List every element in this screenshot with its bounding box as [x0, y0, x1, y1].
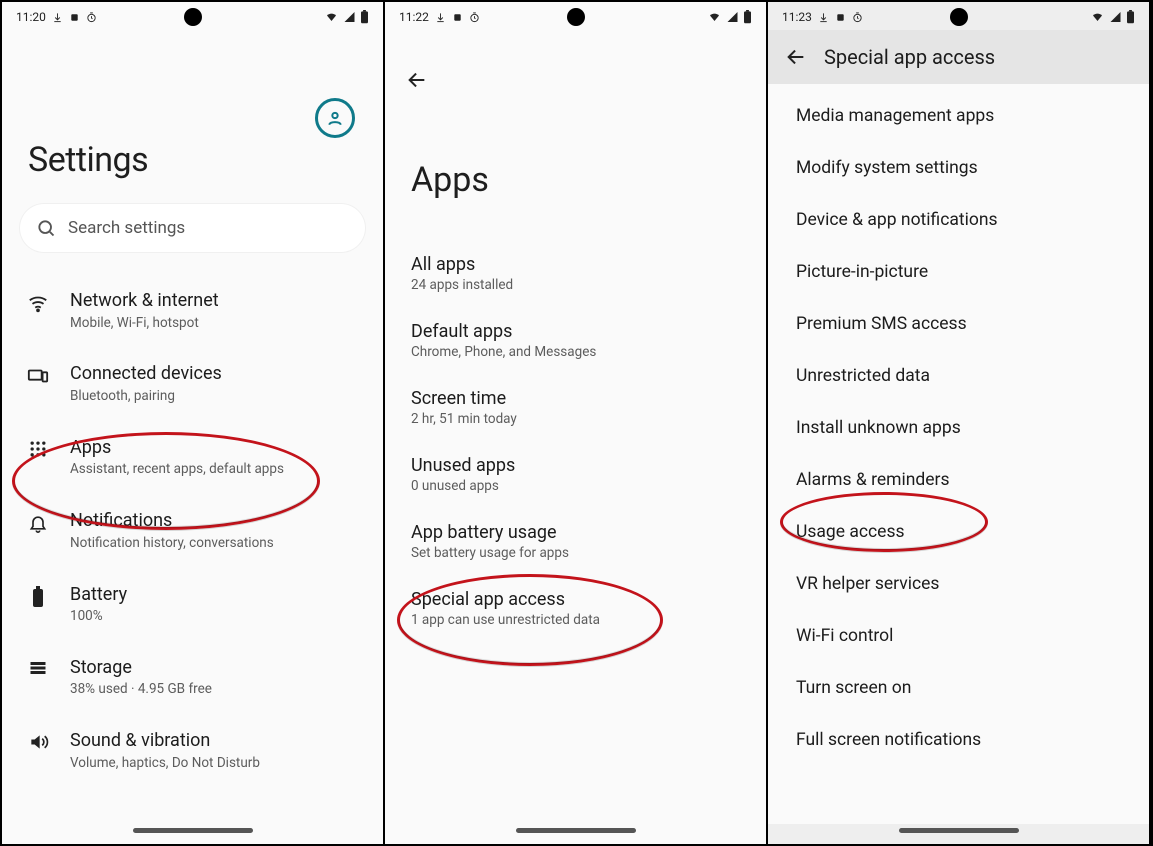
clock: 11:22 [399, 10, 429, 24]
item-sub: Notification history, conversations [70, 535, 365, 552]
page-title: Special app access [824, 45, 995, 69]
phone-settings: 11:20 [2, 2, 385, 844]
access-item-vr-helper[interactable]: VR helper services [768, 558, 1149, 610]
download-icon [435, 12, 446, 23]
item-title: Battery [70, 584, 365, 607]
devices-icon [24, 363, 52, 387]
back-button[interactable] [397, 60, 437, 100]
item-sub: Volume, haptics, Do Not Disturb [70, 755, 365, 772]
item-sub: Set battery usage for apps [411, 545, 740, 561]
clock: 11:23 [782, 10, 812, 24]
page-title: Apps [411, 160, 766, 200]
item-sub: 0 unused apps [411, 478, 740, 494]
gesture-nav-bar[interactable] [2, 824, 383, 844]
search-settings[interactable]: Search settings [20, 204, 365, 252]
item-sub: 100% [70, 608, 365, 625]
settings-item-apps[interactable]: Apps Assistant, recent apps, default app… [2, 421, 383, 494]
profile-button[interactable] [315, 98, 355, 138]
timer-icon [852, 12, 863, 23]
apps-icon [24, 437, 52, 459]
item-title: Default apps [411, 321, 740, 342]
item-title: Storage [70, 657, 365, 680]
item-sub: 1 app can use unrestricted data [411, 612, 740, 628]
settings-item-sound[interactable]: Sound & vibration Volume, haptics, Do No… [2, 714, 383, 787]
storage-icon [24, 657, 52, 677]
battery-icon [24, 584, 52, 608]
access-item-alarms-reminders[interactable]: Alarms & reminders [768, 454, 1149, 506]
phone-apps: 11:22 Apps All apps 24 apps installed [385, 2, 768, 844]
download-icon [818, 12, 829, 23]
item-sub: Chrome, Phone, and Messages [411, 344, 740, 360]
item-title: Notifications [70, 510, 365, 533]
apps-item-all-apps[interactable]: All apps 24 apps installed [385, 240, 766, 307]
access-item-device-notifications[interactable]: Device & app notifications [768, 194, 1149, 246]
settings-item-notifications[interactable]: Notifications Notification history, conv… [2, 494, 383, 567]
page-title: Settings [28, 140, 383, 180]
apps-item-screen-time[interactable]: Screen time 2 hr, 51 min today [385, 374, 766, 441]
battery-icon [743, 10, 752, 24]
apps-item-unused-apps[interactable]: Unused apps 0 unused apps [385, 441, 766, 508]
timer-icon [469, 12, 480, 23]
access-item-pip[interactable]: Picture-in-picture [768, 246, 1149, 298]
wifi-icon [24, 290, 52, 314]
item-title: Screen time [411, 388, 740, 409]
access-item-wifi-control[interactable]: Wi-Fi control [768, 610, 1149, 662]
item-sub: 24 apps installed [411, 277, 740, 293]
battery-icon [360, 10, 369, 24]
item-title: Connected devices [70, 363, 365, 386]
camera-notch [184, 8, 202, 26]
back-button[interactable] [776, 37, 816, 77]
sound-icon [24, 730, 52, 752]
clock: 11:20 [16, 10, 46, 24]
settings-item-storage[interactable]: Storage 38% used · 4.95 GB free [2, 641, 383, 714]
access-item-turn-screen-on[interactable]: Turn screen on [768, 662, 1149, 714]
access-item-modify-system[interactable]: Modify system settings [768, 142, 1149, 194]
item-sub: Assistant, recent apps, default apps [70, 461, 365, 478]
item-title: All apps [411, 254, 740, 275]
screenshot-icon [835, 12, 846, 23]
screenshot-icon [452, 12, 463, 23]
item-title: App battery usage [411, 522, 740, 543]
item-title: Special app access [411, 589, 740, 610]
camera-notch [567, 8, 585, 26]
signal-icon [726, 11, 739, 23]
settings-item-network[interactable]: Network & internet Mobile, Wi-Fi, hotspo… [2, 274, 383, 347]
access-item-full-screen-notifs[interactable]: Full screen notifications [768, 714, 1149, 766]
item-sub: Bluetooth, pairing [70, 388, 365, 405]
gesture-nav-bar[interactable] [768, 824, 1149, 844]
settings-item-battery[interactable]: Battery 100% [2, 568, 383, 641]
timer-icon [86, 12, 97, 23]
camera-notch [950, 8, 968, 26]
item-sub: 38% used · 4.95 GB free [70, 681, 365, 698]
settings-item-connected-devices[interactable]: Connected devices Bluetooth, pairing [2, 347, 383, 420]
apps-item-default-apps[interactable]: Default apps Chrome, Phone, and Messages [385, 307, 766, 374]
screenshot-icon [69, 12, 80, 23]
bell-icon [24, 510, 52, 534]
phone-special-access: 11:23 Special app access Media managemen… [768, 2, 1151, 844]
signal-icon [343, 11, 356, 23]
access-item-premium-sms[interactable]: Premium SMS access [768, 298, 1149, 350]
item-sub: 2 hr, 51 min today [411, 411, 740, 427]
item-sub: Mobile, Wi-Fi, hotspot [70, 315, 365, 332]
search-placeholder: Search settings [68, 218, 185, 238]
battery-icon [1126, 10, 1135, 24]
item-title: Network & internet [70, 290, 365, 313]
apps-item-battery-usage[interactable]: App battery usage Set battery usage for … [385, 508, 766, 575]
item-title: Apps [70, 437, 365, 460]
apps-item-special-access[interactable]: Special app access 1 app can use unrestr… [385, 575, 766, 642]
gesture-nav-bar[interactable] [385, 824, 766, 844]
access-item-unknown-apps[interactable]: Install unknown apps [768, 402, 1149, 454]
top-app-bar: Special app access [768, 30, 1149, 84]
wifi-icon [1090, 11, 1105, 23]
search-icon [36, 218, 56, 238]
wifi-icon [707, 11, 722, 23]
access-item-unrestricted-data[interactable]: Unrestricted data [768, 350, 1149, 402]
signal-icon [1109, 11, 1122, 23]
wifi-icon [324, 11, 339, 23]
access-item-media-management[interactable]: Media management apps [768, 90, 1149, 142]
item-title: Sound & vibration [70, 730, 365, 753]
access-item-usage-access[interactable]: Usage access [768, 506, 1149, 558]
item-title: Unused apps [411, 455, 740, 476]
download-icon [52, 12, 63, 23]
